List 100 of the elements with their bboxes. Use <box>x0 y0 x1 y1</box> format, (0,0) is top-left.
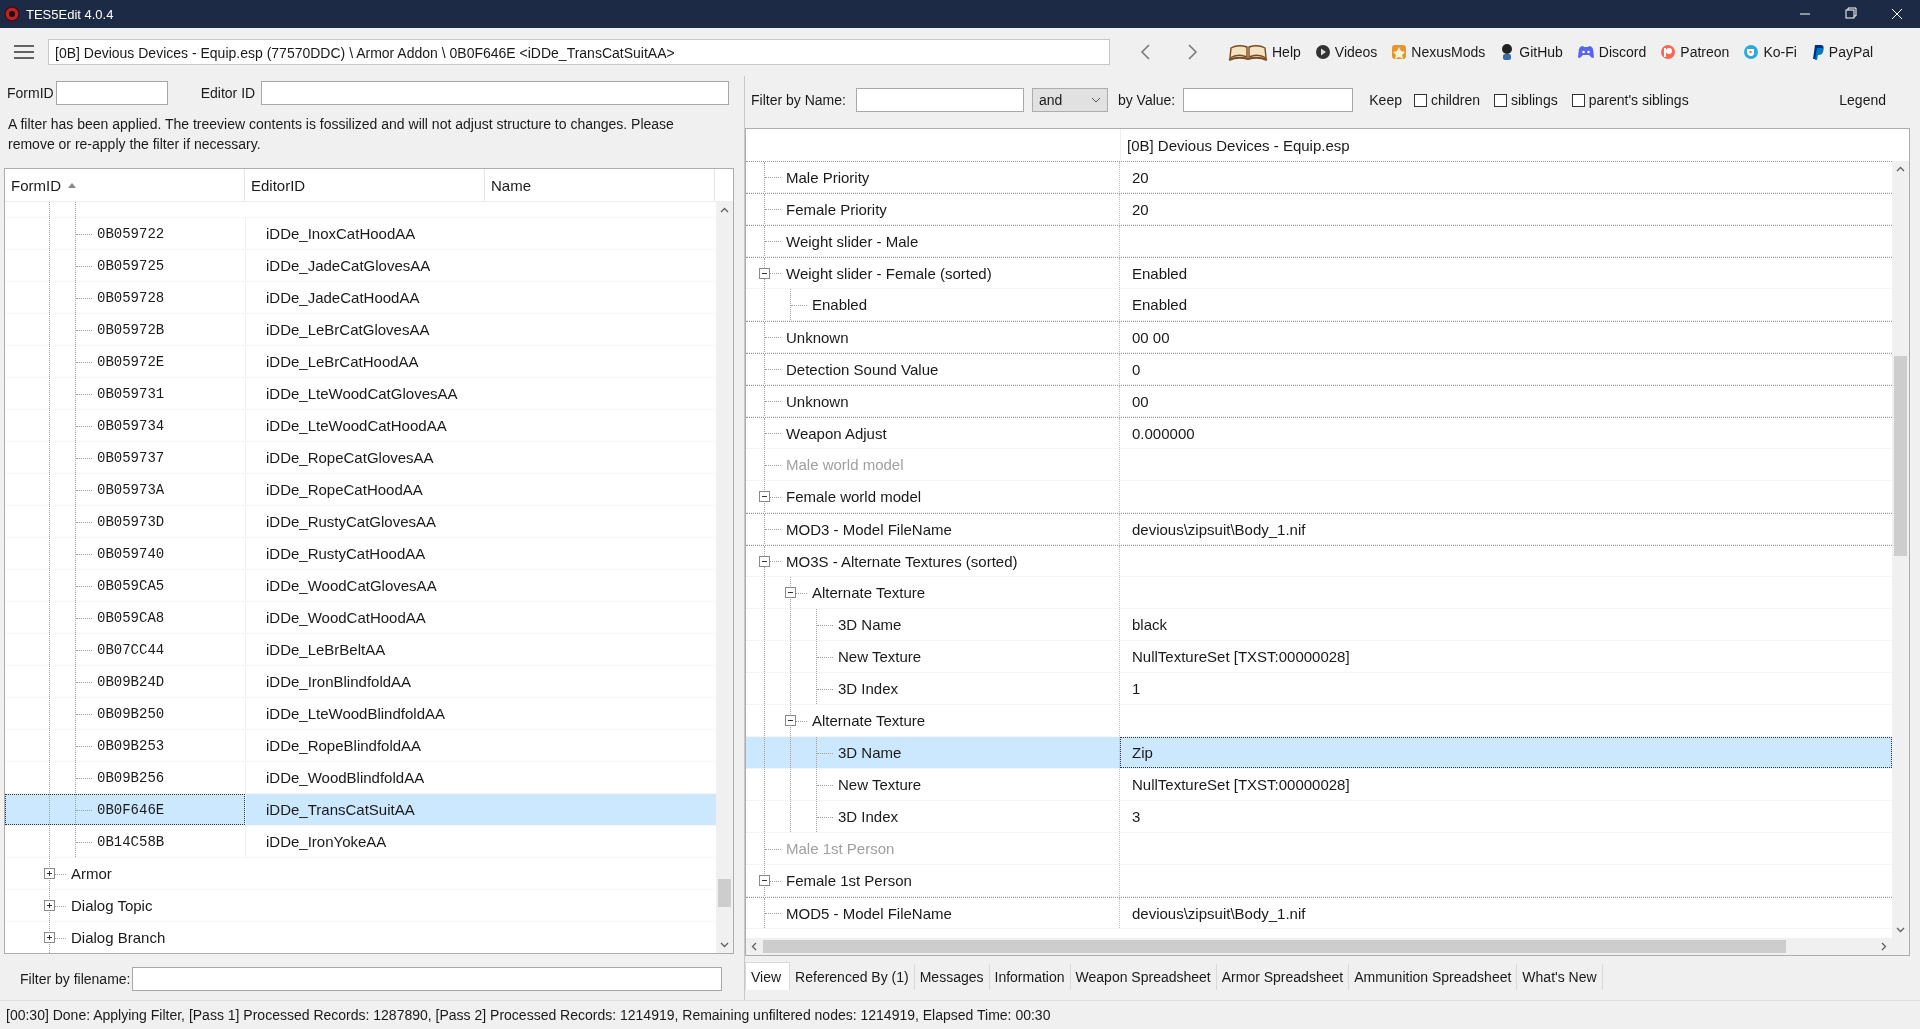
record-row[interactable]: 0B0F646E iDDe_TransCatSuitAA <box>5 794 716 826</box>
formid-cell: 0B059CA8 <box>97 609 165 626</box>
toolbar-link[interactable]: Ko-Fi <box>1743 42 1797 62</box>
tree-row[interactable]: Weapon Adjust 0.000000 <box>746 417 1892 449</box>
formid-cell: 0B14C58B <box>97 833 165 850</box>
name-filter-field[interactable] <box>855 88 1024 112</box>
tree-row[interactable]: Weight slider - Male <box>746 225 1892 257</box>
formid-field[interactable] <box>55 81 168 105</box>
toolbar-link[interactable]: Patreon <box>1660 42 1730 62</box>
column-header[interactable]: FormID <box>5 169 245 201</box>
record-row[interactable]: 0B059725 iDDe_JadeCatGlovesAA <box>5 250 716 282</box>
value-filter-field[interactable] <box>1183 88 1354 112</box>
tree-row[interactable]: 3D Index 1 <box>746 673 1892 705</box>
toolbar-link[interactable]: NexusMods <box>1391 42 1486 62</box>
checkbox-label: siblings <box>1511 92 1558 108</box>
editorid-cell: iDDe_LeBrCatGlovesAA <box>266 321 430 338</box>
checkbox[interactable] <box>1413 93 1427 107</box>
legend-button[interactable]: Legend <box>1839 92 1886 108</box>
scrollbar[interactable] <box>1892 161 1909 938</box>
record-row[interactable]: 0B09B253 iDDe_RopeBlindfoldAA <box>5 730 716 762</box>
scroll-thumb[interactable] <box>763 940 1787 953</box>
scroll-thumb[interactable] <box>718 878 731 907</box>
tree-row[interactable]: New Texture NullTextureSet [TXST:00000028] <box>746 641 1892 673</box>
checkbox[interactable] <box>1494 93 1507 107</box>
record-row[interactable]: 0B059740 iDDe_RustyCatHoodAA <box>5 538 716 570</box>
cup-icon <box>1743 42 1760 62</box>
group-label[interactable]: Armor <box>71 865 112 882</box>
collapse-icon[interactable] <box>759 268 770 279</box>
collapse-icon[interactable] <box>759 875 770 886</box>
tree-row[interactable]: Detection Sound Value 0 <box>746 353 1892 385</box>
record-row[interactable]: 0B05973D iDDe_RustyCatGlovesAA <box>5 506 716 538</box>
field-label: Weapon Adjust <box>786 424 887 442</box>
tree-row[interactable]: MO3S - Alternate Textures (sorted) <box>746 545 1892 577</box>
scroll-thumb[interactable] <box>1894 356 1907 557</box>
tab[interactable]: View <box>745 962 791 990</box>
formid-cell: 0B059722 <box>97 225 165 242</box>
record-row[interactable]: 0B059737 iDDe_RopeCatGlovesAA <box>5 442 716 474</box>
record-row[interactable]: 0B05972B iDDe_LeBrCatGlovesAA <box>5 314 716 346</box>
record-row[interactable]: 0B059CA8 iDDe_WoodCatHoodAA <box>5 602 716 634</box>
field-label: Alternate Texture <box>812 712 926 729</box>
editorid-cell: iDDe_WoodCatHoodAA <box>266 609 426 626</box>
toolbar-link[interactable]: GitHub <box>1499 42 1563 62</box>
group-label[interactable]: Dialog Branch <box>71 929 166 946</box>
filename-field[interactable] <box>132 967 723 991</box>
path-field[interactable]: [0B] Devious Devices - Equip.esp (77570DDC) \ Armor Addon \ 0B0F646E <iDDe_TransCatSuitAA> <box>48 39 1110 65</box>
record-row[interactable]: 0B059722 iDDe_InoxCatHoodAA <box>5 218 716 250</box>
record-row[interactable]: 0B059734 iDDe_LteWoodCatHoodAA <box>5 410 716 442</box>
tree-row[interactable]: Alternate Texture <box>746 577 1892 609</box>
collapse-icon[interactable] <box>759 556 770 567</box>
formid-cell: 0B07CC44 <box>97 641 165 658</box>
record-row[interactable]: 0B059CA5 iDDe_WoodCatGlovesAA <box>5 570 716 602</box>
record-row[interactable]: 0B14C58B iDDe_IronYokeAA <box>5 826 716 858</box>
field-label: MOD5 - Model FileName <box>786 904 952 922</box>
column-header[interactable]: Name <box>485 169 715 201</box>
tree-row[interactable]: Unknown 00 <box>746 385 1892 417</box>
expand-icon[interactable] <box>44 900 55 911</box>
field-label: Weight slider - Female (sorted) <box>786 264 992 282</box>
tree-row[interactable]: MOD3 - Model FileName devious\zipsuit\Body_1.nif <box>746 513 1892 545</box>
group-label[interactable]: Dialog Topic <box>71 897 153 914</box>
operator-dropdown[interactable]: and <box>1031 88 1108 112</box>
record-row[interactable]: 0B07CC44 iDDe_LeBrBeltAA <box>5 634 716 666</box>
record-row[interactable]: 0B09B250 iDDe_LteWoodBlindfoldAA <box>5 698 716 730</box>
record-row[interactable]: 0B059731 iDDe_LteWoodCatGlovesAA <box>5 378 716 410</box>
collapse-icon[interactable] <box>759 491 770 502</box>
tree-row[interactable]: Weight slider - Female (sorted) Enabled <box>746 257 1892 289</box>
collapse-icon[interactable] <box>785 715 796 726</box>
tree-row[interactable]: Unknown 00 00 <box>746 321 1892 353</box>
toolbar-link[interactable]: Help <box>1228 42 1301 62</box>
filename-label: Filter by filename: <box>20 971 131 987</box>
checkbox[interactable] <box>1571 93 1585 107</box>
tree-row[interactable]: MOD5 - Model FileName devious\zipsuit\Body_1.nif <box>746 897 1892 929</box>
app-icon <box>4 6 20 22</box>
tree-row[interactable]: Enabled Enabled <box>746 289 1892 321</box>
record-row[interactable]: 0B05972E iDDe_LeBrCatHoodAA <box>5 346 716 378</box>
editorid-field[interactable] <box>261 81 730 105</box>
tree-row[interactable]: 3D Name black <box>746 609 1892 641</box>
field-value: black <box>1132 616 1168 633</box>
toolbar-link[interactable]: Discord <box>1576 42 1647 62</box>
tree-row[interactable]: 3D Index 3 <box>746 801 1892 833</box>
record-row[interactable]: 0B05973A iDDe_RopeCatHoodAA <box>5 474 716 506</box>
field-label: 3D Name <box>838 616 902 633</box>
record-row[interactable]: 0B09B24D iDDe_IronBlindfoldAA <box>5 666 716 698</box>
tree-row[interactable]: Female 1st Person <box>746 865 1892 897</box>
status-bar: [00:30] Done: Applying Filter, [Pass 1] Processed Records: 1287890, [Pass 2] Processed Records: 1214919, Remaining unfiltered nodes: 1214919, Elapsed Time: 00:30 <box>0 1000 1920 1029</box>
record-row[interactable]: 0B059728 iDDe_JadeCatHoodAA <box>5 282 716 314</box>
tree-row[interactable]: Male Priority 20 <box>746 161 1892 193</box>
editorid-cell: iDDe_RopeCatGlovesAA <box>266 449 434 466</box>
expand-icon[interactable] <box>44 868 55 879</box>
scrollbar[interactable] <box>716 202 733 953</box>
tree-row[interactable]: Female Priority 20 <box>746 193 1892 225</box>
toolbar-link[interactable]: PayPal <box>1810 42 1874 62</box>
collapse-icon[interactable] <box>785 587 796 598</box>
tree-row[interactable]: Female world model <box>746 481 1892 513</box>
tree-row[interactable]: New Texture NullTextureSet [TXST:00000028] <box>746 769 1892 801</box>
scrollbar[interactable] <box>746 938 1909 955</box>
formid-cell: 0B059734 <box>97 417 165 434</box>
toolbar-link[interactable]: Videos <box>1314 42 1378 62</box>
column-header[interactable]: EditorID <box>245 169 485 201</box>
expand-icon[interactable] <box>44 932 55 943</box>
formid-cell: 0B05973D <box>97 513 165 530</box>
